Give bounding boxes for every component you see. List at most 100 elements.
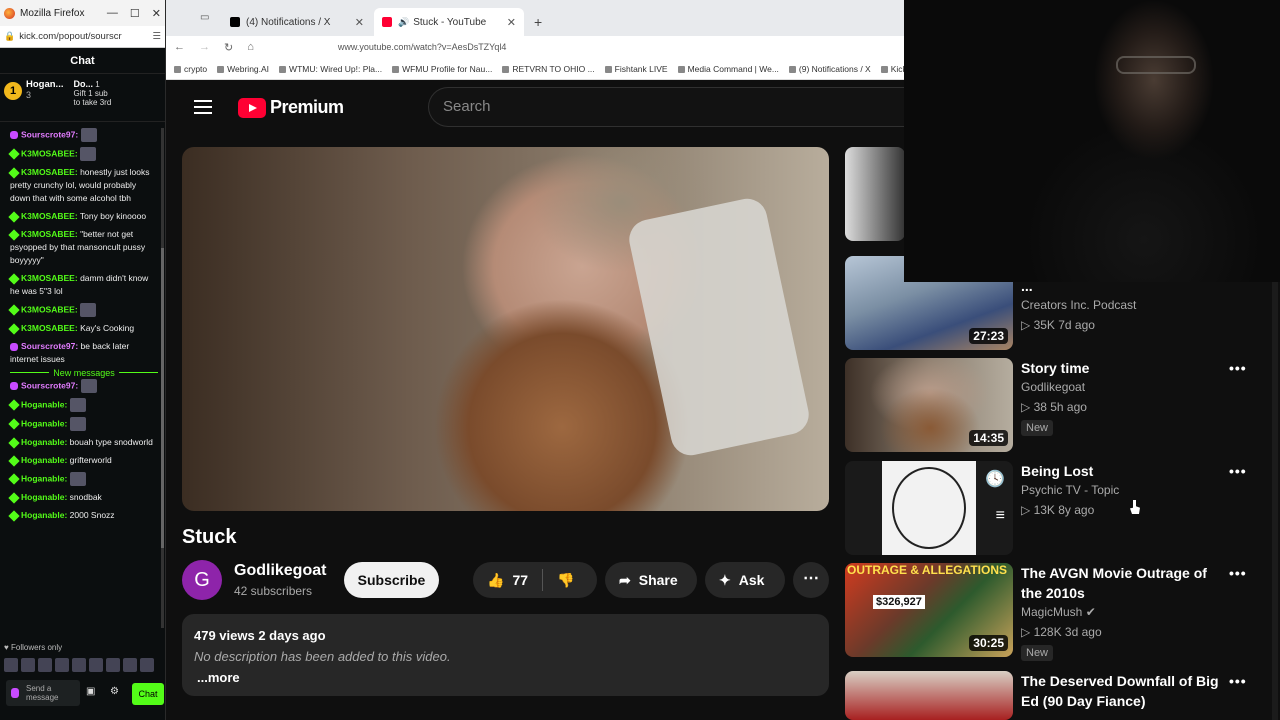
window-title: Mozilla Firefox [20,7,85,19]
tab-youtube[interactable]: 🔊 Stuck - YouTube ✕ [374,8,524,36]
close-tab-icon[interactable]: ✕ [507,16,516,29]
bookmark-item[interactable]: Webring.AI [217,64,269,74]
speaker-icon[interactable]: 🔊 [398,17,409,28]
rec-item[interactable]: The Deserved Downfall of Big Ed (90 Day … [845,671,1265,720]
chat-username[interactable]: Sourscrote97: [21,341,78,351]
rec-item[interactable]: OUTRAGE & ALLEGATIONS $326,927 30:25 The… [845,563,1265,661]
new-tab-icon[interactable]: + [534,14,542,30]
tab-notifications-x[interactable]: (4) Notifications / X ✕ [222,8,372,36]
rec-channel[interactable]: MagicMush ✔ [1021,605,1096,619]
back-icon[interactable]: ← [174,41,185,53]
rec-title[interactable]: The Deserved Downfall of Big Ed (90 Day … [1021,671,1221,711]
rec-title[interactable]: The AVGN Movie Outrage of the 2010s [1021,563,1221,603]
youtube-premium-logo[interactable]: Premium [238,97,344,118]
bookmark-item[interactable]: Kick [881,64,904,74]
reload-icon[interactable]: ↻ [224,41,233,54]
share-button[interactable]: ➦ Share [605,562,697,598]
emote-icon[interactable] [106,658,120,672]
rec-menu-icon[interactable]: ••• [1229,565,1247,581]
emote-icon[interactable] [38,658,52,672]
rec-item[interactable]: 14:35 Story time Godlikegoat ▷ 38 5h ago… [845,358,1265,454]
chat-username[interactable]: Hoganable: [21,473,67,483]
rec-channel[interactable]: Creators Inc. Podcast [1021,298,1136,312]
send-chat-button[interactable]: Chat [132,683,164,705]
channel-avatar[interactable]: G [182,560,222,600]
chat-username[interactable]: K3MOSABEE: [21,148,78,158]
rec-thumbnail[interactable] [845,147,905,241]
chat-username[interactable]: K3MOSABEE: [21,304,78,314]
rec-thumbnail[interactable] [845,671,1013,720]
bookmark-item[interactable]: Fishtank LIVE [605,64,668,74]
chat-username[interactable]: K3MOSABEE: [21,229,78,239]
minimize-icon[interactable]: — [107,7,118,20]
chat-username[interactable]: K3MOSABEE: [21,323,78,333]
close-icon[interactable]: ✕ [152,7,161,20]
share-icon: ➦ [619,571,631,588]
show-more-link[interactable]: ...more [194,670,817,685]
hamburger-menu-icon[interactable] [194,100,212,114]
more-actions-button[interactable]: ⋯ [793,562,829,598]
menu-icon[interactable]: ☰ [152,31,161,42]
rec-menu-icon[interactable]: ••• [1229,673,1247,689]
video-player[interactable] [182,147,829,511]
close-tab-icon[interactable]: ✕ [355,16,364,29]
chat-username[interactable]: K3MOSABEE: [21,211,78,221]
bookmark-item[interactable]: WTMU: Wired Up!: Pla... [279,64,382,74]
chat-username[interactable]: Hoganable: [21,510,67,520]
chat-scrollbar[interactable] [161,128,164,628]
subscribe-button[interactable]: Subscribe [344,562,439,598]
like-button[interactable]: 👍 77 [487,572,528,589]
bookmark-item[interactable]: crypto [174,64,207,74]
gift-icon[interactable]: ▣ [86,686,95,697]
bookmark-item[interactable]: Media Command | We... [678,64,779,74]
rec-menu-icon[interactable]: ••• [1229,463,1247,479]
chat-username[interactable]: Hoganable: [21,418,67,428]
page-scrollbar[interactable] [1272,282,1278,720]
ask-button[interactable]: ✦ Ask [705,562,785,598]
search-input[interactable]: Search [428,87,908,127]
kick-chat-window: Mozilla Firefox — ☐ ✕ 🔒 kick.com/popout/… [0,0,166,720]
home-icon[interactable]: ⌂ [247,41,254,53]
rec-item[interactable]: 🕓 ≡ Being Lost Psychic TV - Topic ▷ 13K … [845,461,1265,555]
tab-list-icon[interactable]: ▭ [200,12,209,23]
description-box[interactable]: 479 views 2 days ago No description has … [182,614,829,696]
kick-url-bar[interactable]: 🔒 kick.com/popout/sourscr ☰ [0,26,165,48]
chat-username[interactable]: Hoganable: [21,492,67,502]
emote-icon[interactable] [55,658,69,672]
emote-icon[interactable] [4,658,18,672]
emote-icon[interactable] [140,658,154,672]
chat-username[interactable]: K3MOSABEE: [21,273,78,283]
dislike-button[interactable]: 👎 [557,572,574,589]
chat-username[interactable]: Hoganable: [21,455,67,465]
maximize-icon[interactable]: ☐ [130,7,140,20]
chat-username[interactable]: Sourscrote97: [21,380,78,390]
rec-thumbnail[interactable]: 14:35 [845,358,1013,452]
rec-thumbnail[interactable]: OUTRAGE & ALLEGATIONS $326,927 30:25 [845,563,1013,657]
rec-title[interactable]: Being Lost [1021,461,1221,481]
watch-later-icon[interactable]: 🕓 [985,469,1005,489]
settings-gear-icon[interactable]: ⚙ [110,686,119,697]
add-to-queue-icon[interactable]: ≡ [996,507,1005,525]
chat-username[interactable]: K3MOSABEE: [21,167,78,177]
emote-bar[interactable] [4,658,154,672]
channel-name[interactable]: Godlikegoat [234,562,326,580]
emote-icon[interactable] [21,658,35,672]
chat-input[interactable]: Send a message [6,680,80,706]
rec-menu-icon[interactable]: ••• [1229,360,1247,376]
pinned-leaderboard[interactable]: 1 Hogan... 3 Do... 1 Gift 1 sub to take … [0,74,165,122]
chat-username[interactable]: Sourscrote97: [21,129,78,139]
rec-channel[interactable]: Psychic TV - Topic [1021,483,1119,497]
rec-title[interactable]: Story time [1021,358,1221,378]
address-bar[interactable]: www.youtube.com/watch?v=AesDsTZYql4 [338,42,507,52]
chat-username[interactable]: Hoganable: [21,399,67,409]
forward-icon[interactable]: → [199,41,210,53]
emote-icon[interactable] [123,658,137,672]
emote-icon[interactable] [72,658,86,672]
bookmark-item[interactable]: WFMU Profile for Nau... [392,64,492,74]
bookmark-item[interactable]: RETVRN TO OHIO ... [502,64,594,74]
rec-thumbnail[interactable]: 🕓 ≡ [845,461,1013,555]
chat-username[interactable]: Hoganable: [21,437,67,447]
bookmark-item[interactable]: (9) Notifications / X [789,64,871,74]
rec-channel[interactable]: Godlikegoat [1021,380,1085,394]
emote-icon[interactable] [89,658,103,672]
